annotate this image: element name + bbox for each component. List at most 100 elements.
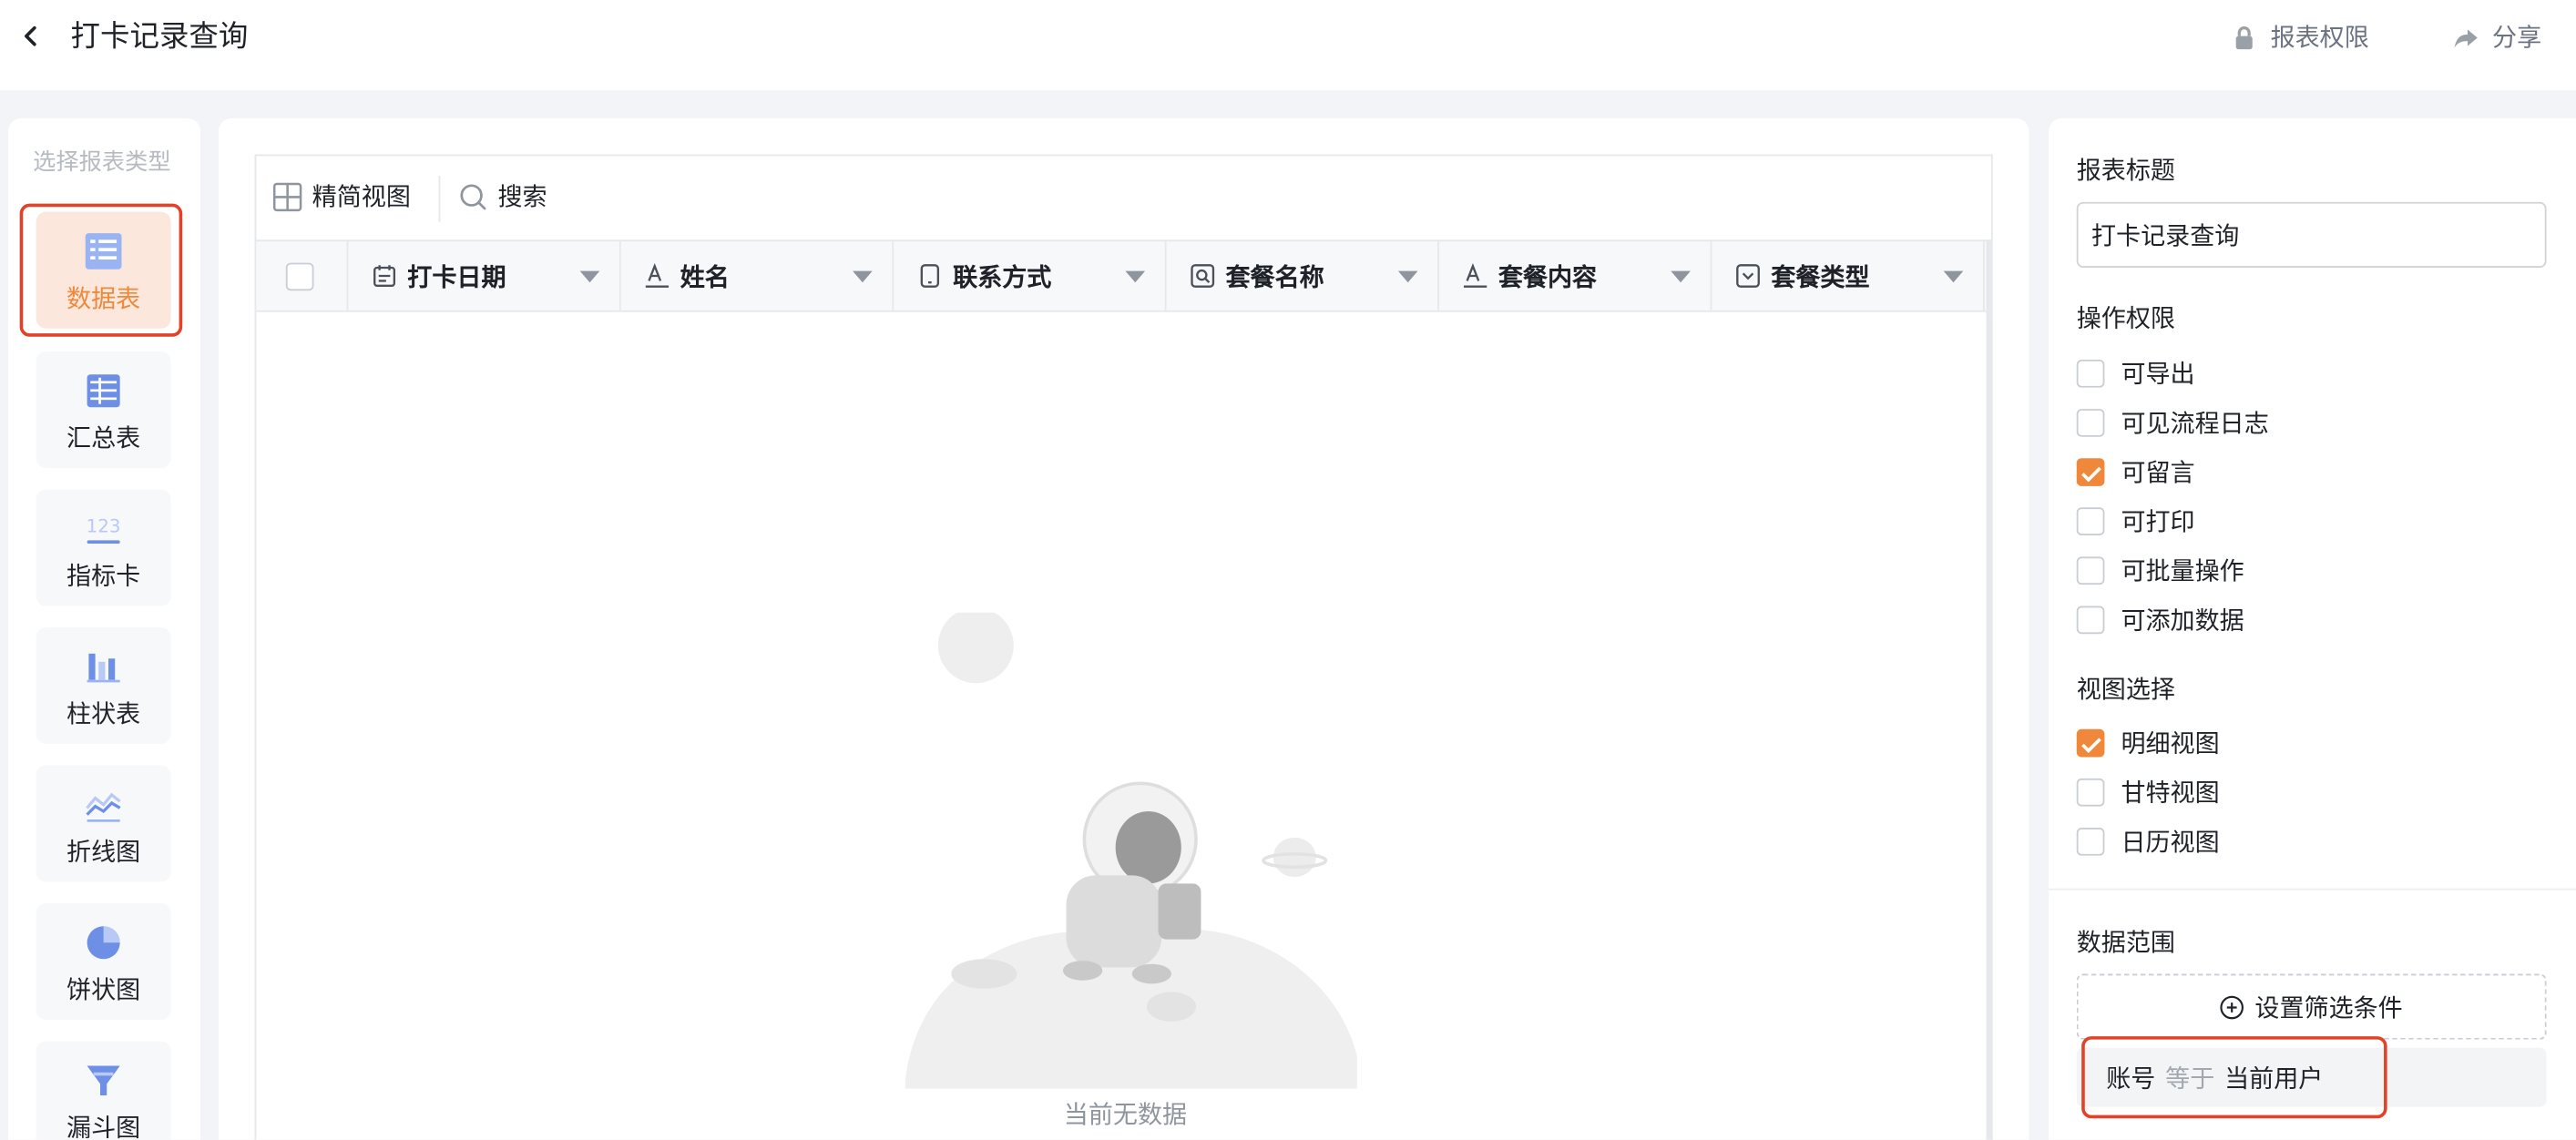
permission-comment-checkbox[interactable] [2076, 458, 2105, 486]
sidebar-item-bar-chart[interactable]: 柱状表 [36, 626, 171, 745]
chevron-down-icon[interactable] [1943, 270, 1964, 283]
sidebar-title: 选择报表类型 [33, 148, 171, 175]
report-type-sidebar: 选择报表类型 数据表 汇总表 123 指标卡 柱状表 折线图 饼状图 漏斗图 [8, 117, 201, 1140]
option-label: 可导出 [2121, 361, 2195, 390]
sidebar-item-label: 折线图 [66, 839, 141, 868]
report-permissions-button[interactable]: 报表权限 [2231, 20, 2369, 55]
sidebar-item-line-chart[interactable]: 折线图 [36, 765, 171, 882]
select-all-cell [256, 241, 349, 310]
data-range-heading: 数据范围 [2076, 929, 2175, 958]
report-permissions-label: 报表权限 [2270, 25, 2369, 53]
share-button[interactable]: 分享 [2453, 20, 2541, 55]
permission-batch-option[interactable]: 可批量操作 [2076, 554, 2244, 588]
column-header-label: 打卡日期 [407, 263, 506, 292]
permission-add-data-option[interactable]: 可添加数据 [2076, 603, 2244, 637]
permission-export-option[interactable]: 可导出 [2076, 356, 2195, 391]
option-label: 可见流程日志 [2121, 410, 2269, 439]
funnel-chart-icon [87, 1065, 120, 1096]
line-chart-icon [86, 792, 121, 822]
column-header-label: 姓名 [680, 263, 730, 292]
permission-export-checkbox[interactable] [2076, 359, 2105, 388]
sidebar-item-label: 柱状表 [66, 701, 141, 729]
empty-state-text: 当前无数据 [1063, 1102, 1188, 1130]
empty-astronaut-illustration [905, 612, 1357, 1089]
column-header-package-type[interactable]: 套餐类型 [1712, 241, 1985, 310]
option-label: 甘特视图 [2121, 779, 2220, 809]
share-icon [2454, 28, 2478, 47]
option-label: 可打印 [2121, 509, 2195, 537]
pie-chart-icon [87, 926, 120, 960]
compact-view-label: 精简视图 [312, 184, 411, 212]
report-settings-panel: 报表标题 操作权限 可导出 可见流程日志 可留言 可打印 可批量操作 可添加数据… [2049, 117, 2576, 1140]
permission-print-option[interactable]: 可打印 [2076, 504, 2195, 539]
chevron-down-icon[interactable] [1125, 270, 1146, 283]
report-title-input[interactable] [2076, 201, 2547, 268]
settings-divider [2049, 888, 2576, 891]
permission-add-data-checkbox[interactable] [2076, 606, 2105, 635]
column-header-contact[interactable]: 联系方式 [894, 241, 1167, 310]
date-field-icon [373, 265, 396, 287]
condition-value: 当前用户 [2224, 1064, 2324, 1094]
chevron-down-icon[interactable] [853, 270, 873, 283]
column-header-label: 联系方式 [953, 263, 1052, 292]
search-icon [460, 183, 486, 209]
lock-icon [2235, 25, 2253, 49]
report-title-heading: 报表标题 [2076, 158, 2175, 186]
chevron-down-icon[interactable] [579, 270, 600, 283]
column-header-package-name[interactable]: 套餐名称 [1167, 241, 1439, 310]
view-detail-checkbox[interactable] [2076, 728, 2105, 758]
phone-field-icon [920, 264, 940, 288]
metric-card-icon: 123 [87, 515, 121, 544]
filter-condition-row[interactable]: 账号 等于 当前用户 [2076, 1047, 2547, 1107]
pivot-table-icon [87, 374, 120, 408]
option-label: 明细视图 [2121, 730, 2220, 759]
column-header-label: 套餐名称 [1225, 263, 1324, 292]
back-arrow-icon[interactable] [15, 20, 47, 53]
option-label: 可批量操作 [2121, 558, 2244, 586]
column-header-name[interactable]: 姓名 [621, 241, 894, 310]
view-gantt-option[interactable]: 甘特视图 [2076, 775, 2220, 809]
sidebar-item-label: 饼状图 [66, 977, 141, 1005]
option-label: 日历视图 [2121, 829, 2220, 858]
permission-print-checkbox[interactable] [2076, 507, 2105, 535]
compact-view-button[interactable]: 精简视图 [272, 179, 411, 214]
search-button[interactable]: 搜索 [458, 179, 547, 214]
text-field-icon [1464, 262, 1487, 288]
column-header-package-content[interactable]: 套餐内容 [1439, 241, 1712, 310]
set-filter-label: 设置筛选条件 [2254, 994, 2403, 1023]
view-calendar-option[interactable]: 日历视图 [2076, 824, 2220, 859]
option-label: 可添加数据 [2121, 607, 2244, 636]
permission-process-log-checkbox[interactable] [2076, 409, 2105, 437]
permission-process-log-option[interactable]: 可见流程日志 [2076, 405, 2269, 440]
column-header-checkin-date[interactable]: 打卡日期 [348, 241, 621, 310]
sidebar-item-funnel-chart[interactable]: 漏斗图 [36, 1041, 171, 1140]
bar-chart-icon [87, 653, 120, 683]
lookup-field-icon [1191, 264, 1215, 288]
plus-circle-icon [2221, 994, 2244, 1019]
sidebar-item-metric-card[interactable]: 123 指标卡 [36, 489, 171, 606]
chevron-down-icon[interactable] [1397, 270, 1418, 283]
select-field-icon [1736, 264, 1760, 288]
view-selection-heading: 视图选择 [2076, 677, 2175, 705]
chevron-down-icon[interactable] [1671, 270, 1691, 283]
search-label: 搜索 [497, 184, 547, 212]
sidebar-item-data-table[interactable]: 数据表 [36, 211, 171, 329]
sidebar-item-pie-chart[interactable]: 饼状图 [36, 902, 171, 1021]
view-detail-option[interactable]: 明细视图 [2076, 726, 2220, 760]
table-icon [85, 233, 122, 270]
view-calendar-checkbox[interactable] [2076, 828, 2105, 856]
table-preview-panel: 精简视图 搜索 打卡日期 姓名 联系方式 套餐名称 套餐内容 套餐类型 当前无数… [218, 117, 2029, 1140]
view-gantt-checkbox[interactable] [2076, 778, 2105, 807]
table-scrollbar[interactable] [1986, 239, 1991, 1140]
set-filter-button[interactable]: 设置筛选条件 [2076, 973, 2547, 1040]
header: 打卡记录查询 报表权限 分享 [0, 0, 2576, 91]
condition-operator: 等于 [2165, 1064, 2215, 1094]
permission-comment-option[interactable]: 可留言 [2076, 455, 2195, 490]
toolbar-divider [438, 175, 441, 222]
option-label: 可留言 [2121, 460, 2195, 488]
sidebar-item-pivot-table[interactable]: 汇总表 [36, 351, 171, 469]
grid-view-icon [272, 181, 302, 211]
select-all-checkbox[interactable] [285, 262, 314, 291]
permission-batch-checkbox[interactable] [2076, 556, 2105, 585]
page-title: 打卡记录查询 [70, 19, 249, 53]
